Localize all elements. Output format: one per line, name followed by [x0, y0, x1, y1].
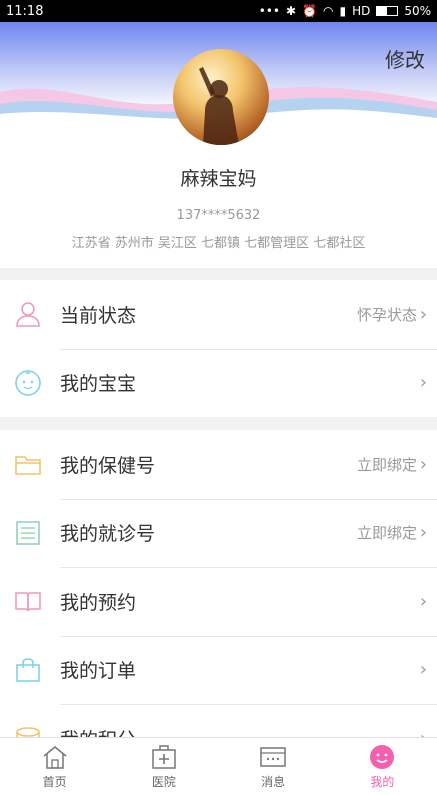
tab-hospital[interactable]: 医院 — [109, 738, 218, 795]
tab-messages[interactable]: 消息 — [219, 738, 328, 795]
menu-group-services: 我的保健号 立即绑定 › 我的就诊号 立即绑定 › 我的预约 › 我的订单 › — [0, 430, 437, 773]
smiley-icon — [370, 744, 395, 769]
wifi-icon: ◠ — [322, 4, 334, 18]
network-label: HD — [352, 4, 371, 18]
baby-face-icon — [15, 369, 41, 396]
chevron-right-icon: › — [419, 453, 427, 475]
menu-label: 我的保健号 — [60, 454, 156, 477]
user-phone: 137****5632 — [176, 208, 261, 223]
chevron-right-icon: › — [419, 303, 427, 325]
battery-icon — [376, 6, 399, 16]
menu-label: 我的就诊号 — [60, 523, 156, 546]
user-address: 江苏省 苏州市 吴江区 七都镇 七都管理区 七都社区 — [71, 236, 366, 251]
document-icon — [16, 520, 40, 545]
chevron-right-icon: › — [419, 372, 427, 394]
signal-icon: ▮ — [339, 4, 347, 18]
chevron-right-icon: › — [419, 659, 427, 681]
status-bar: 11:18 ••• ✱ ⏰ ◠ ▮ HD 50% — [0, 0, 437, 22]
menu-label: 我的订单 — [60, 660, 137, 683]
menu-value[interactable]: 立即绑定 — [357, 522, 417, 543]
home-icon — [43, 745, 67, 769]
tab-home[interactable]: 首页 — [0, 738, 109, 795]
shopping-bag-icon — [16, 657, 40, 682]
tab-label: 医院 — [151, 774, 176, 789]
hospital-icon — [152, 744, 176, 769]
person-icon — [16, 302, 40, 328]
tab-label: 消息 — [261, 774, 286, 789]
alarm-icon: ⏰ — [302, 4, 317, 18]
edit-profile-button[interactable]: 修改 — [385, 44, 425, 73]
user-name: 麻辣宝妈 — [180, 168, 257, 190]
menu-item-health-number[interactable]: 我的保健号 立即绑定 › — [0, 430, 437, 499]
profile-header: 修改 麻辣宝妈 137****5632 江苏省 苏州市 吴江区 七都镇 七都管理… — [0, 22, 437, 268]
tab-label: 我的 — [370, 774, 395, 789]
menu-label: 我的宝宝 — [60, 373, 137, 396]
menu-label: 当前状态 — [60, 304, 137, 327]
menu-item-current-status[interactable]: 当前状态 怀孕状态 › — [0, 280, 437, 349]
menu-value[interactable]: 立即绑定 — [357, 454, 417, 475]
bottom-tab-bar: 首页 医院 消息 我的 — [0, 737, 437, 795]
menu-item-appointments[interactable]: 我的预约 › — [0, 567, 437, 636]
chevron-right-icon: › — [419, 522, 427, 544]
screen: 11:18 ••• ✱ ⏰ ◠ ▮ HD 50% 修改 麻辣宝妈 137****… — [0, 0, 437, 795]
folder-icon — [15, 456, 41, 476]
more-dots-icon: ••• — [258, 4, 280, 18]
menu-group-status: 当前状态 怀孕状态 › 我的宝宝 › — [0, 280, 437, 417]
menu-item-my-baby[interactable]: 我的宝宝 › — [0, 348, 437, 418]
menu-item-visit-number[interactable]: 我的就诊号 立即绑定 › — [0, 498, 437, 568]
battery-percent: 50% — [404, 4, 431, 18]
bluetooth-icon: ✱ — [285, 4, 297, 18]
menu-label: 我的预约 — [60, 591, 137, 614]
status-time: 11:18 — [6, 3, 44, 19]
tab-label: 首页 — [42, 774, 67, 789]
book-icon — [15, 592, 41, 612]
avatar-silhouette — [199, 67, 239, 145]
menu-item-orders[interactable]: 我的订单 › — [0, 635, 437, 705]
menu-value: 怀孕状态 — [356, 305, 417, 324]
message-icon — [260, 746, 286, 767]
status-icons: ••• ✱ ⏰ ◠ ▮ HD 50% — [259, 4, 431, 18]
tab-mine[interactable]: 我的 — [328, 738, 437, 795]
avatar[interactable] — [173, 49, 269, 145]
chevron-right-icon: › — [419, 590, 427, 612]
